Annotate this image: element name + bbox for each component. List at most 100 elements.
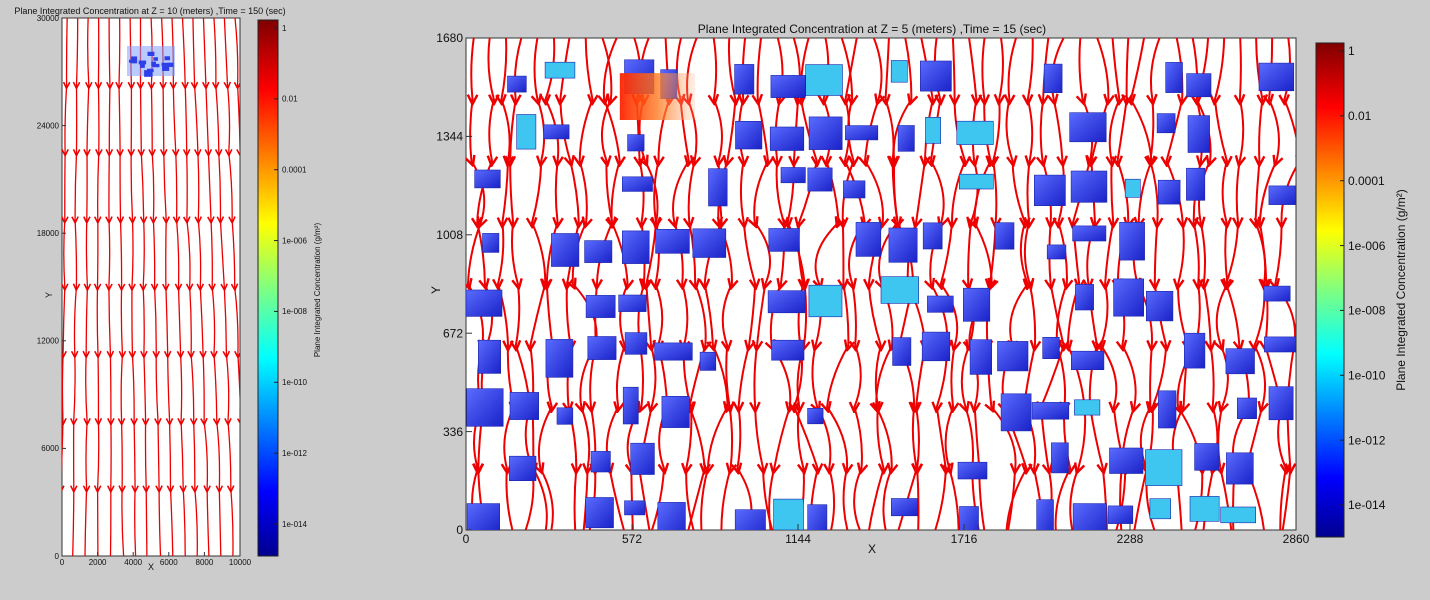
building <box>1071 350 1105 371</box>
right-colorbar-tick-label: 1e-010 <box>1348 368 1386 382</box>
left-colorbar-tick-label: 1e-012 <box>282 449 307 458</box>
building <box>1258 62 1295 92</box>
right-colorbar-tick-label: 1e-008 <box>1348 304 1386 318</box>
left-colorbar-ticks: 1 0.01 0.0001 1e-006 1e-008 1e-010 1e-012 1e-01… <box>274 24 307 529</box>
left-x-tick-label: 4000 <box>124 558 142 567</box>
building <box>994 222 1015 250</box>
building <box>627 134 645 152</box>
right-chart: Plane Integrated Concentration at Z = 5 … <box>429 22 1408 556</box>
left-y-tick-label: 18000 <box>37 229 60 238</box>
building <box>1264 336 1296 353</box>
building <box>1051 442 1069 474</box>
left-colorbar-tick-label: 0.01 <box>282 95 298 104</box>
building <box>845 125 879 141</box>
building <box>1043 63 1063 93</box>
building <box>1187 115 1210 153</box>
left-y-tick-label: 12000 <box>37 337 60 346</box>
building <box>624 500 646 516</box>
building <box>1189 496 1220 522</box>
building <box>1070 170 1108 203</box>
building <box>692 228 727 258</box>
building <box>654 342 693 361</box>
figure-window: Plane Integrated Concentration at Z = 10… <box>14 6 1408 572</box>
building <box>922 222 943 250</box>
left-colorbar-tick-label: 1 <box>282 24 287 33</box>
right-colorbar-ticks: 1 0.01 0.0001 1e-006 1e-008 1e-010 1e-012 1e-01… <box>1340 44 1386 512</box>
building <box>584 240 613 263</box>
left-x-tick-label: 10000 <box>229 558 252 567</box>
right-colorbar-tick-label: 1e-014 <box>1348 498 1386 512</box>
building <box>1149 498 1172 520</box>
building <box>767 290 806 314</box>
left-x-tick-label: 8000 <box>196 558 214 567</box>
building <box>477 339 501 374</box>
left-colorbar <box>257 19 279 557</box>
building <box>1113 278 1144 317</box>
building <box>1194 443 1220 471</box>
building <box>1225 348 1255 375</box>
building <box>622 386 639 425</box>
building <box>147 51 155 56</box>
left-y-tick-label: 30000 <box>37 14 60 23</box>
right-x-tick-label: 1144 <box>785 532 811 546</box>
building <box>587 336 617 360</box>
building <box>807 407 824 425</box>
building <box>1072 503 1107 530</box>
building <box>1220 506 1256 524</box>
building <box>969 339 992 375</box>
building <box>164 56 171 61</box>
building <box>892 337 912 366</box>
building <box>474 169 501 189</box>
left-buildings <box>127 46 175 77</box>
building <box>768 228 800 252</box>
building <box>129 59 136 63</box>
building <box>161 62 169 66</box>
building <box>773 498 804 530</box>
building <box>1124 178 1141 198</box>
building <box>1046 244 1067 260</box>
building <box>466 388 504 427</box>
building <box>734 64 755 95</box>
building <box>734 509 766 530</box>
building <box>808 116 843 150</box>
building <box>585 497 614 529</box>
building <box>590 451 611 473</box>
building <box>925 117 941 144</box>
building <box>843 180 866 199</box>
building <box>997 341 1029 372</box>
building <box>466 289 503 317</box>
building <box>890 498 918 517</box>
left-y-axis-label: Y <box>44 292 54 298</box>
building <box>1268 185 1296 205</box>
building <box>1226 452 1254 485</box>
building <box>585 295 616 318</box>
building <box>1109 447 1144 474</box>
building <box>153 57 158 61</box>
building <box>919 60 952 92</box>
building <box>556 407 574 425</box>
building <box>808 284 843 318</box>
building <box>551 233 580 267</box>
right-colorbar-tick-label: 1e-006 <box>1348 239 1386 253</box>
building <box>507 75 527 93</box>
building <box>771 339 805 361</box>
left-chart: Plane Integrated Concentration at Z = 10… <box>14 6 322 572</box>
left-x-axis-label: X <box>148 562 154 572</box>
building <box>1145 449 1183 486</box>
building <box>735 121 763 150</box>
building <box>1069 112 1107 143</box>
building <box>780 167 806 184</box>
building <box>805 64 843 96</box>
building <box>1119 222 1145 261</box>
building <box>927 295 954 313</box>
building <box>621 230 650 264</box>
building <box>1107 505 1134 524</box>
left-colorbar-label: Plane Integrated Concentration (g/m²) <box>313 223 322 358</box>
left-x-tick-label: 0 <box>60 558 65 567</box>
building <box>1072 225 1107 242</box>
building <box>1034 174 1066 207</box>
building <box>509 455 537 482</box>
building <box>509 392 540 420</box>
building <box>1146 290 1174 322</box>
building <box>162 65 170 71</box>
